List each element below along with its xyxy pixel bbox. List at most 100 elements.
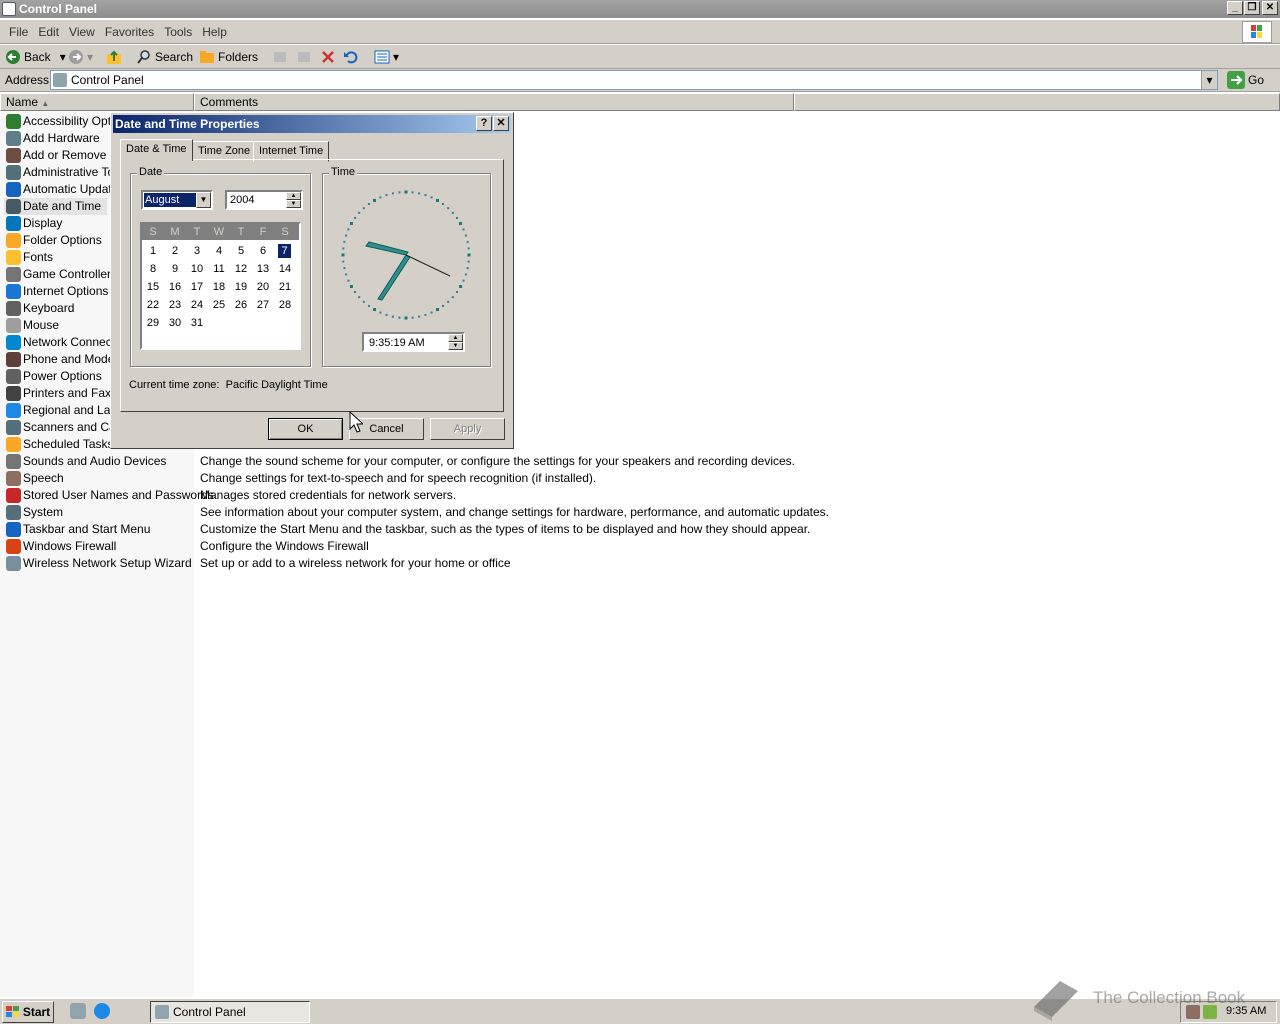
month-calendar[interactable]: S M T W T F S 1 2 3 4 5 6 7 8 9 10 11 12 13 14 15 16 17 18 19 20 21… [140, 222, 301, 350]
calendar-day[interactable]: 26 [230, 296, 252, 314]
calendar-day[interactable]: 3 [186, 242, 208, 260]
list-item[interactable]: Network Connectio [4, 334, 124, 351]
calendar-day[interactable]: 17 [186, 278, 208, 296]
list-item[interactable]: Internet Options [4, 283, 108, 300]
quick-launch-desktop-icon[interactable] [70, 1003, 86, 1019]
calendar-day[interactable]: 31 [186, 314, 208, 332]
calendar-day[interactable]: 6 [252, 242, 274, 260]
back-button[interactable]: Back ▾ [5, 47, 66, 67]
start-button[interactable]: Start [2, 1001, 54, 1023]
dialog-close-button[interactable]: ✕ [493, 116, 509, 131]
list-item[interactable]: Game Controllers [4, 266, 117, 283]
calendar-day[interactable]: 5 [230, 242, 252, 260]
calendar-day[interactable]: 29 [142, 314, 164, 332]
list-item[interactable]: Power Options [4, 368, 102, 385]
list-item[interactable]: Administrative Too [4, 164, 121, 181]
restore-button[interactable]: ❐ [1244, 1, 1260, 15]
minimize-button[interactable]: _ [1227, 1, 1243, 15]
list-item[interactable]: Scanners and Cam [4, 419, 126, 436]
year-up-icon[interactable]: ▲ [286, 192, 301, 200]
list-item[interactable]: Speech [4, 470, 64, 487]
year-down-icon[interactable]: ▼ [286, 200, 301, 208]
help-button[interactable]: ? [476, 116, 492, 131]
go-button[interactable]: Go [1227, 70, 1264, 90]
calendar-day[interactable]: 7 [278, 244, 291, 258]
taskbar-control-panel-button[interactable]: Control Panel [150, 1001, 310, 1023]
calendar-day[interactable]: 24 [186, 296, 208, 314]
list-item[interactable]: Automatic Update [4, 181, 118, 198]
menu-file[interactable]: File [4, 20, 33, 44]
year-spinner[interactable]: 2004 ▲ ▼ [225, 190, 303, 210]
time-spinner[interactable]: 9:35:19 AM ▲ ▼ [362, 332, 465, 352]
calendar-day[interactable]: 16 [164, 278, 186, 296]
calendar-day[interactable]: 25 [208, 296, 230, 314]
list-item[interactable]: Date and Time [4, 198, 108, 215]
list-item[interactable]: Wireless Network Setup Wizard [4, 555, 192, 572]
time-up-icon[interactable]: ▲ [448, 334, 463, 342]
calendar-day[interactable]: 20 [252, 278, 274, 296]
list-item[interactable]: Scheduled Tasks [4, 436, 114, 453]
time-down-icon[interactable]: ▼ [448, 342, 463, 350]
month-dropdown[interactable]: August ▼ [141, 190, 213, 210]
calendar-day[interactable]: 21 [274, 278, 296, 296]
list-item[interactable]: Add Hardware [4, 130, 100, 147]
list-item[interactable]: Mouse [4, 317, 59, 334]
close-button[interactable]: ✕ [1262, 1, 1278, 15]
address-dropdown-button[interactable]: ▾ [1201, 71, 1217, 89]
list-item[interactable]: Accessibility Optio [4, 113, 120, 130]
forward-button[interactable]: ▾ [68, 47, 93, 67]
calendar-day[interactable]: 22 [142, 296, 164, 314]
tab-date-time[interactable]: Date & Time [120, 139, 193, 161]
calendar-day[interactable]: 23 [164, 296, 186, 314]
calendar-day[interactable]: 28 [274, 296, 296, 314]
calendar-day[interactable]: 27 [252, 296, 274, 314]
menu-edit[interactable]: Edit [33, 20, 64, 44]
list-item[interactable]: Phone and Modem [4, 351, 124, 368]
calendar-day[interactable]: 1 [142, 242, 164, 260]
calendar-day[interactable]: 14 [274, 260, 296, 278]
views-button[interactable]: ▾ [374, 47, 399, 67]
delete-button[interactable] [320, 47, 336, 67]
list-item[interactable]: Sounds and Audio Devices [4, 453, 166, 470]
calendar-day[interactable]: 11 [208, 260, 230, 278]
apply-button[interactable]: Apply [430, 418, 505, 440]
quick-launch-ie-icon[interactable] [94, 1003, 110, 1019]
up-folder-button[interactable] [106, 47, 122, 67]
comments-column-header[interactable]: Comments [194, 93, 794, 111]
list-item[interactable]: Add or Remove Pr [4, 147, 122, 164]
menu-help[interactable]: Help [197, 20, 232, 44]
list-item[interactable]: Windows Firewall [4, 538, 116, 555]
copy-to-button[interactable] [296, 47, 312, 67]
calendar-day[interactable]: 8 [142, 260, 164, 278]
calendar-day[interactable]: 19 [230, 278, 252, 296]
list-item[interactable]: System [4, 504, 63, 521]
list-item[interactable]: Printers and Faxes [4, 385, 124, 402]
list-item[interactable]: Taskbar and Start Menu [4, 521, 150, 538]
calendar-day[interactable]: 13 [252, 260, 274, 278]
list-item[interactable]: Fonts [4, 249, 53, 266]
calendar-day[interactable]: 12 [230, 260, 252, 278]
undo-button[interactable] [343, 47, 359, 67]
calendar-day[interactable]: 30 [164, 314, 186, 332]
calendar-day[interactable]: 15 [142, 278, 164, 296]
list-item[interactable]: Folder Options [4, 232, 102, 249]
ok-button[interactable]: OK [268, 418, 343, 440]
name-column-header[interactable]: Name ▲ [0, 93, 194, 111]
month-dropdown-arrow-icon[interactable]: ▼ [196, 192, 211, 208]
list-item[interactable]: Keyboard [4, 300, 74, 317]
search-button[interactable]: Search [136, 47, 193, 67]
menu-tools[interactable]: Tools [159, 20, 197, 44]
menu-view[interactable]: View [64, 20, 100, 44]
folders-button[interactable]: Folders [199, 47, 258, 67]
calendar-day[interactable]: 4 [208, 242, 230, 260]
list-item[interactable]: Stored User Names and Passwords [4, 487, 214, 504]
list-item[interactable]: Regional and Lang [4, 402, 124, 419]
menu-favorites[interactable]: Favorites [100, 20, 159, 44]
address-field[interactable]: Control Panel ▾ [50, 70, 1218, 90]
list-item[interactable]: Display [4, 215, 62, 232]
calendar-day[interactable]: 18 [208, 278, 230, 296]
move-to-button[interactable] [272, 47, 288, 67]
calendar-day[interactable]: 2 [164, 242, 186, 260]
calendar-day[interactable]: 10 [186, 260, 208, 278]
calendar-day[interactable]: 9 [164, 260, 186, 278]
